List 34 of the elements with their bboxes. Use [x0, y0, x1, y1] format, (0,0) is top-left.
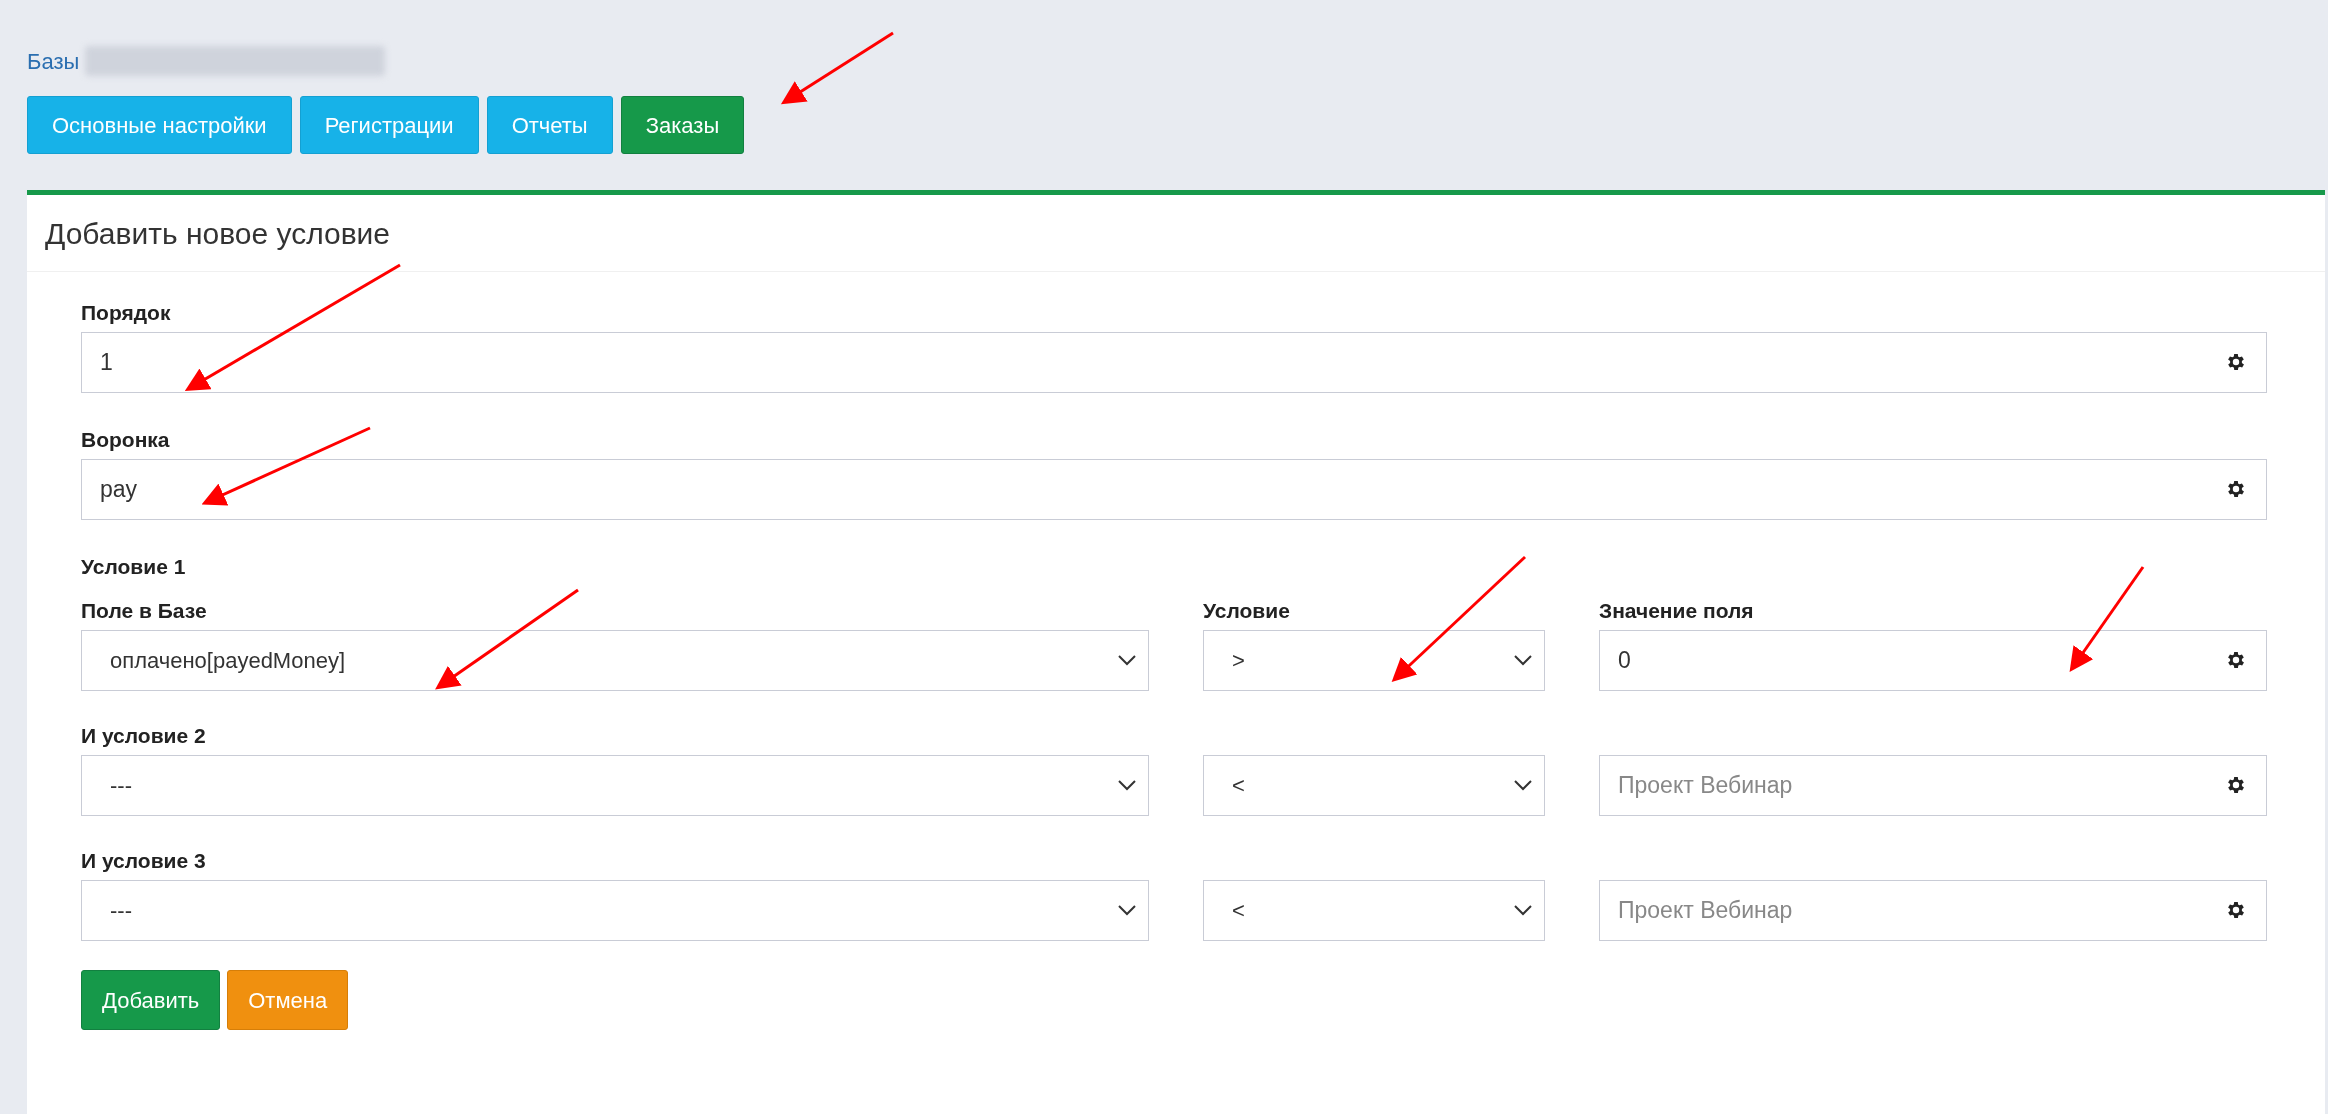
chevron-down-icon: [1118, 905, 1136, 916]
input-field[interactable]: Проект Вебинар: [1599, 880, 2267, 941]
dropdown[interactable]: ---: [81, 755, 1149, 816]
input-field[interactable]: pay: [81, 459, 2267, 520]
chevron-down-icon: [1514, 655, 1532, 666]
field-label: Поле в Базе: [81, 598, 208, 625]
dropdown[interactable]: ---: [81, 880, 1149, 941]
field-label: И условие 2: [81, 723, 207, 750]
chevron-down-icon: [1118, 780, 1136, 791]
field-label: Порядок: [81, 300, 172, 327]
dropdown[interactable]: оплачено[payedMoney]: [81, 630, 1149, 691]
breadcrumb-link[interactable]: Базы: [27, 44, 80, 78]
add-button[interactable]: Добавить: [81, 970, 221, 1030]
input-field[interactable]: Проект Вебинар: [1599, 755, 2267, 816]
tab[interactable]: Заказы: [620, 96, 745, 154]
settings-icon[interactable]: [2225, 774, 2247, 796]
field-label: Условие: [1203, 598, 1291, 625]
chevron-down-icon: [1118, 655, 1136, 666]
settings-icon[interactable]: [2225, 899, 2247, 921]
field-label: Значение поля: [1599, 598, 1755, 625]
dropdown[interactable]: <: [1203, 755, 1545, 816]
chevron-down-icon: [1514, 780, 1532, 791]
field-label: И условие 3: [81, 848, 207, 875]
card-title: Добавить новое условие: [45, 215, 391, 252]
input-field[interactable]: 1: [81, 332, 2267, 393]
field-label: Воронка: [81, 427, 171, 454]
settings-icon[interactable]: [2225, 649, 2247, 671]
dropdown[interactable]: >: [1203, 630, 1545, 691]
field-label: Условие 1: [81, 554, 187, 581]
chevron-down-icon: [1514, 905, 1532, 916]
input-field[interactable]: 0: [1599, 630, 2267, 691]
settings-icon[interactable]: [2225, 351, 2247, 373]
settings-icon[interactable]: [2225, 478, 2247, 500]
dropdown[interactable]: <: [1203, 880, 1545, 941]
